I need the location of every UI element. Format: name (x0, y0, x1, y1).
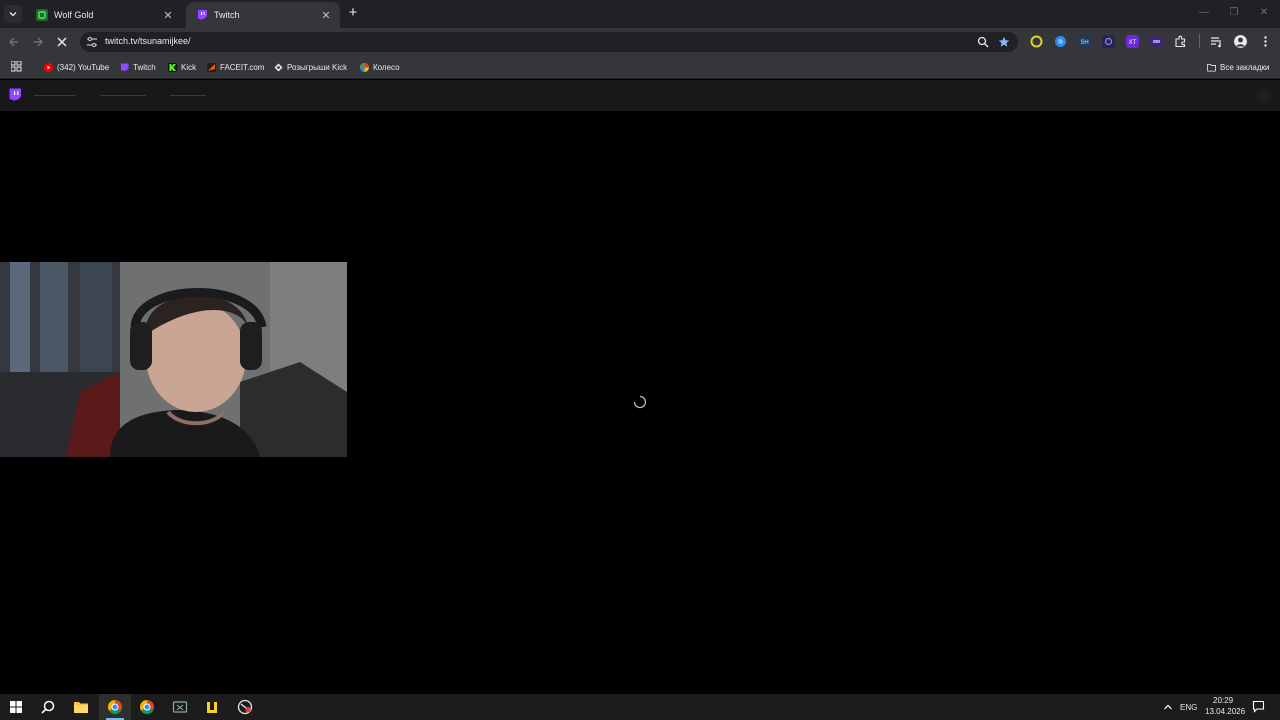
restore-icon[interactable]: ❐ (1227, 6, 1241, 20)
bookmark-kick[interactable]: Kick (168, 61, 196, 73)
bookmark-label: Колесо (373, 62, 400, 72)
twitch-logo-icon[interactable] (8, 88, 22, 103)
address-bar[interactable]: twitch.tv/tsunamijkee/ (80, 32, 1018, 52)
chrome-icon[interactable] (107, 699, 123, 715)
all-bookmarks-button[interactable]: Все закладки (1207, 61, 1269, 73)
chrome-profile-icon[interactable] (139, 699, 155, 715)
browser-toolbar: twitch.tv/tsunamijkee/ SH XT (0, 28, 1280, 55)
forward-button[interactable] (30, 34, 46, 50)
bookmark-wheel[interactable]: Колесо (360, 61, 400, 73)
wolf-gold-favicon (36, 9, 48, 21)
clock-date[interactable]: 13.04.2026 (1205, 707, 1245, 716)
bookmark-label: Twitch (133, 62, 156, 72)
bookmark-giveaways[interactable]: Розыгрыши Kick (274, 61, 347, 73)
tab-twitch[interactable]: Twitch ✕ (186, 2, 340, 28)
bookmark-twitch[interactable]: Twitch (120, 61, 156, 73)
wheel-icon (360, 62, 369, 72)
clock-time[interactable]: 20:29 (1213, 696, 1233, 705)
folder-icon (1207, 63, 1216, 72)
window-close-icon[interactable]: ✕ (1257, 6, 1271, 20)
steam-like-icon[interactable] (237, 699, 253, 715)
youtube-icon (44, 62, 53, 72)
new-tab-button[interactable]: + (346, 5, 360, 21)
arrow-left-icon (9, 37, 18, 47)
apps-grid-icon[interactable] (11, 61, 22, 72)
kick-icon (168, 62, 177, 72)
extension-dark-icon[interactable] (1102, 35, 1115, 48)
notifications-icon[interactable] (1252, 700, 1265, 713)
media-controls-icon[interactable] (1210, 35, 1223, 48)
extension-7tv-icon[interactable]: XT (1126, 35, 1139, 48)
svg-text:SH: SH (1080, 40, 1088, 46)
bookmarks-bar: (342) YouTube Twitch Kick FACEIT.com Роз… (0, 55, 1280, 79)
minimize-icon[interactable]: — (1197, 6, 1211, 20)
windows-taskbar: ENG 20:29 13.04.2026 (0, 694, 1280, 720)
windows-start-icon[interactable] (8, 699, 24, 715)
extension-sh-icon[interactable]: SH (1078, 35, 1091, 48)
tab-wolf-gold[interactable]: Wolf Gold ✕ (26, 2, 182, 28)
tab-title: Twitch (214, 10, 240, 20)
more-menu-icon[interactable] (1259, 35, 1272, 48)
tab-title: Wolf Gold (54, 10, 94, 20)
app-window-icon[interactable] (172, 699, 188, 715)
svg-text:XT: XT (1129, 40, 1137, 46)
close-icon[interactable]: ✕ (162, 9, 174, 22)
tab-search-button[interactable] (4, 5, 22, 23)
close-icon[interactable]: ✕ (320, 9, 332, 22)
streamer-webcam-image (0, 262, 347, 457)
stop-icon (57, 37, 67, 47)
extension-yellow-icon[interactable] (1030, 35, 1043, 48)
webcam-overlay (0, 262, 347, 457)
extension-blue-icon[interactable] (1054, 35, 1067, 48)
bookmark-label: (342) YouTube (57, 62, 110, 72)
back-button[interactable] (6, 34, 22, 50)
address-url: twitch.tv/tsunamijkee/ (105, 36, 191, 46)
bookmark-youtube[interactable]: (342) YouTube (44, 61, 109, 73)
user-avatar-placeholder[interactable] (1258, 89, 1272, 103)
chevron-down-icon (9, 12, 17, 17)
extension-purple-icon[interactable] (1150, 35, 1163, 48)
file-explorer-icon[interactable] (73, 699, 89, 715)
bookmark-label: FACEIT.com (220, 62, 265, 72)
twitch-favicon (198, 10, 207, 21)
stop-loading-button[interactable] (54, 34, 70, 50)
bookmark-faceit[interactable]: FACEIT.com (207, 61, 264, 73)
zoom-icon[interactable] (977, 36, 989, 48)
nav-placeholder-line (170, 95, 206, 96)
chevron-up-icon[interactable] (1163, 702, 1173, 712)
arrow-right-icon (34, 37, 43, 47)
loading-spinner-icon (633, 395, 647, 409)
site-settings-icon (87, 36, 97, 48)
all-bookmarks-label: Все закладки (1220, 62, 1270, 72)
nav-placeholder-line (34, 95, 76, 96)
language-indicator[interactable]: ENG (1180, 703, 1197, 712)
bookmark-label: Розыгрыши Kick (287, 62, 348, 72)
twitch-top-nav (0, 80, 1280, 111)
nav-placeholder-line (100, 95, 146, 96)
extensions-puzzle-icon[interactable] (1174, 35, 1187, 48)
bookmark-label: Kick (181, 62, 197, 72)
faceit-icon (207, 62, 216, 72)
bookmark-star-icon[interactable] (998, 36, 1010, 48)
giveaway-icon (274, 63, 283, 71)
twitch-icon (121, 63, 129, 72)
toolbar-divider (1199, 34, 1200, 48)
search-icon[interactable] (40, 699, 56, 715)
tab-strip: Wolf Gold ✕ Twitch ✕ + — ❐ ✕ (0, 0, 1280, 28)
profile-avatar-icon[interactable] (1234, 35, 1247, 48)
game-launcher-icon[interactable] (204, 699, 220, 715)
